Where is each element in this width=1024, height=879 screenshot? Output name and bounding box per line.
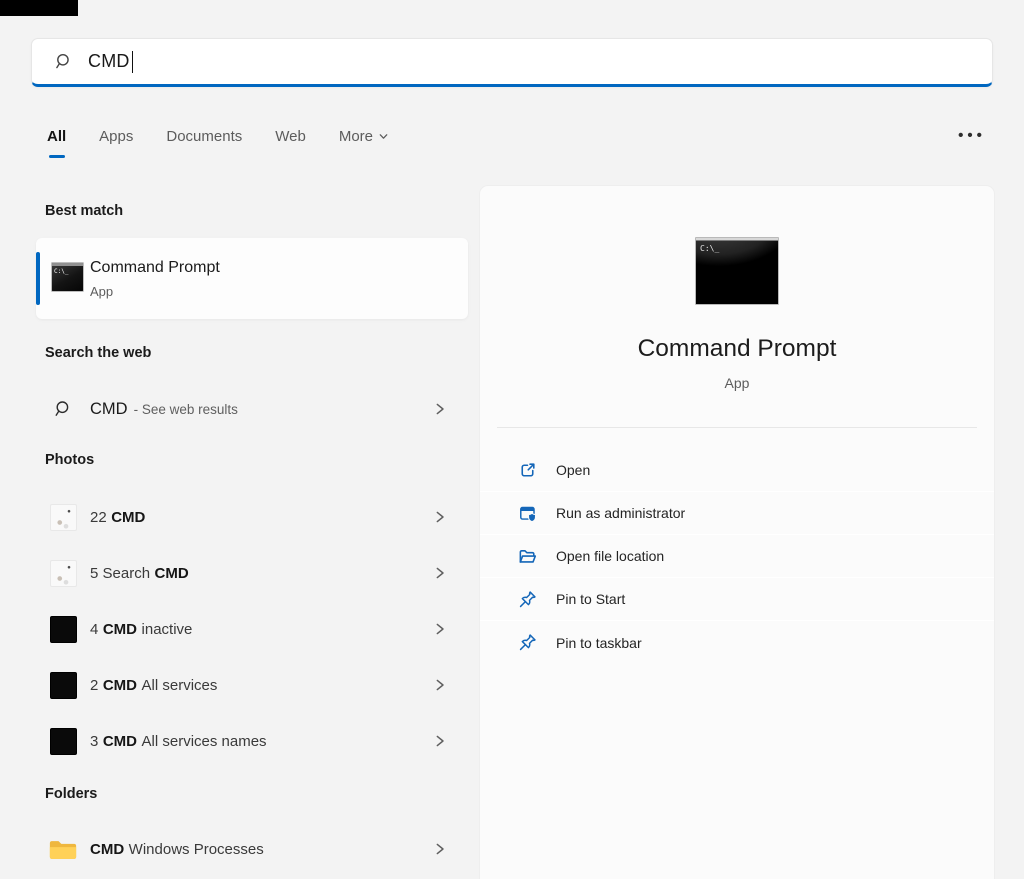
result-text-match: CMD	[102, 620, 138, 638]
result-text-match: CMD	[102, 732, 138, 750]
action-label: Open	[556, 462, 591, 478]
result-text-match: CMD	[111, 508, 146, 526]
chevron-right-icon[interactable]	[433, 623, 446, 636]
chevron-down-icon	[379, 134, 388, 139]
best-match-result-command-prompt[interactable]: C:\_ Command Prompt App	[36, 238, 468, 319]
command-prompt-icon: C:\_	[51, 262, 84, 292]
result-text-pre: 22	[90, 508, 107, 526]
tab-web[interactable]: Web	[275, 128, 306, 158]
photo-result-row[interactable]: 22 CMD	[36, 493, 468, 541]
chevron-right-icon[interactable]	[433, 511, 446, 524]
web-query-text: CMD	[90, 399, 128, 418]
best-match-title: Command Prompt	[90, 259, 220, 276]
screen-corner-artifact	[0, 0, 78, 16]
pin-icon	[519, 590, 536, 607]
chevron-right-icon[interactable]	[433, 735, 446, 748]
photo-result-row[interactable]: 2 CMD All services	[36, 661, 468, 709]
pin-icon	[519, 634, 536, 651]
web-result-row[interactable]: CMD - See web results	[36, 385, 468, 433]
web-suffix-text: - See web results	[133, 401, 238, 417]
preview-app-title: Command Prompt	[637, 335, 837, 362]
admin-shield-icon	[520, 506, 537, 522]
search-web-heading: Search the web	[45, 345, 152, 361]
result-text-post: inactive	[141, 620, 193, 638]
tab-documents[interactable]: Documents	[166, 128, 242, 158]
selection-accent-bar	[36, 252, 40, 305]
action-label: Open file location	[556, 548, 665, 564]
tab-documents-label: Documents	[166, 128, 243, 145]
result-text-post: All services	[141, 676, 218, 694]
chevron-right-icon[interactable]	[433, 843, 446, 856]
result-text-pre: 3	[90, 732, 99, 750]
search-input[interactable]: CMD	[31, 38, 993, 87]
open-folder-icon	[519, 549, 537, 563]
tab-more-label: More	[338, 128, 374, 145]
search-filter-tabs: All Apps Documents Web More	[47, 128, 389, 158]
action-pin-to-start[interactable]: Pin to Start	[480, 578, 994, 621]
action-open[interactable]: Open	[480, 449, 994, 492]
action-label: Pin to taskbar	[556, 634, 642, 651]
folder-icon	[49, 840, 77, 859]
folders-heading: Folders	[45, 786, 98, 802]
action-label: Run as administrator	[556, 505, 686, 521]
tab-all[interactable]: All	[47, 128, 66, 158]
photo-thumbnail	[49, 615, 77, 643]
best-match-subtitle: App	[90, 284, 114, 299]
search-icon	[55, 401, 69, 416]
photo-result-row[interactable]: 3 CMD All services names	[36, 717, 468, 765]
chevron-right-icon[interactable]	[433, 679, 446, 692]
photo-result-row[interactable]: 5 Search CMD	[36, 549, 468, 597]
divider	[497, 427, 977, 428]
photo-thumbnail	[49, 503, 77, 531]
photo-thumbnail	[49, 671, 77, 699]
tab-more[interactable]: More	[339, 128, 389, 158]
photos-heading: Photos	[45, 452, 95, 468]
result-text-pre: 2	[90, 676, 99, 694]
command-prompt-icon-large: C:\_	[695, 237, 779, 305]
tab-all-label: All	[47, 128, 67, 145]
result-text-match: CMD	[90, 840, 125, 858]
action-label: Pin to Start	[556, 591, 626, 607]
best-match-heading: Best match	[45, 203, 124, 219]
search-query: CMD	[88, 51, 130, 71]
chevron-right-icon[interactable]	[433, 403, 446, 416]
result-text-post: Windows Processes	[128, 840, 264, 858]
search-icon	[56, 53, 69, 69]
open-icon	[521, 462, 535, 477]
tab-web-label: Web	[275, 128, 306, 145]
result-text-post: All services names	[141, 732, 267, 750]
result-text-pre: 5 Search	[90, 564, 151, 582]
preview-panel: C:\_ Command Prompt App Open Run as admi…	[480, 186, 994, 879]
folder-result-row[interactable]: CMD Windows Processes	[36, 825, 468, 873]
tab-apps[interactable]: Apps	[99, 128, 133, 158]
chevron-right-icon[interactable]	[433, 567, 446, 580]
action-open-file-location[interactable]: Open file location	[480, 535, 994, 578]
action-run-as-administrator[interactable]: Run as administrator	[480, 492, 994, 535]
result-text-pre: 4	[90, 620, 99, 638]
result-text-match: CMD	[102, 676, 138, 694]
action-pin-to-taskbar[interactable]: Pin to taskbar	[480, 621, 994, 664]
photo-thumbnail	[49, 559, 77, 587]
options-ellipsis-button[interactable]: •••	[948, 121, 996, 149]
text-caret	[131, 50, 134, 73]
preview-app-type: App	[724, 375, 750, 391]
photo-result-row[interactable]: 4 CMD inactive	[36, 605, 468, 653]
result-text-match: CMD	[154, 564, 189, 582]
action-list: Open Run as administrator Open file loca…	[480, 449, 994, 664]
photo-thumbnail	[49, 727, 77, 755]
tab-apps-label: Apps	[99, 128, 134, 145]
